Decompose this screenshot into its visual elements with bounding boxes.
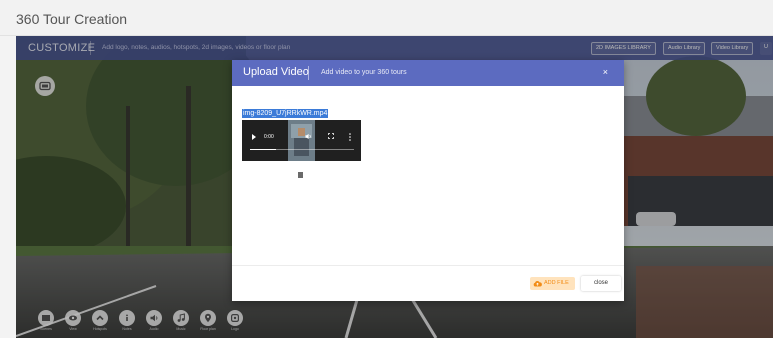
video-controls: 0:00 [242,120,361,161]
add-file-label: ADD FILE [544,280,569,286]
play-icon[interactable] [252,134,256,140]
panorama-stage[interactable]: CUSTOMIZE Add logo, notes, audios, hotsp… [16,36,773,338]
page-title: 360 Tour Creation [16,11,128,27]
more-options-icon[interactable] [349,133,351,141]
video-player[interactable]: 0:00 [242,120,361,161]
volume-icon[interactable] [305,133,312,140]
video-time: 0:00 [264,134,274,140]
video-progress-fill [250,149,276,151]
fullscreen-icon[interactable] [328,133,334,139]
upload-video-modal: Upload Video Add video to your 360 tours… [232,60,624,301]
modal-header: Upload Video Add video to your 360 tours… [232,60,624,86]
modal-close-icon[interactable]: × [603,67,608,77]
page-header: 360 Tour Creation [0,0,773,36]
add-file-button[interactable]: ADD FILE [530,277,575,290]
modal-footer: ADD FILE close [232,265,624,301]
cloud-upload-icon [533,281,542,287]
modal-title: Upload Video [243,66,309,78]
video-file-name[interactable]: img-8209_U7jRRkWR.mp4 [242,109,329,118]
delete-video-icon[interactable] [298,172,303,178]
app-window: 360 Tour Creation CUSTOMIZE Add logo, no… [0,0,773,338]
video-progress-track[interactable] [250,149,354,151]
close-button[interactable]: close [581,276,621,291]
modal-subtitle: Add video to your 360 tours [321,69,407,76]
modal-title-divider [308,66,309,80]
